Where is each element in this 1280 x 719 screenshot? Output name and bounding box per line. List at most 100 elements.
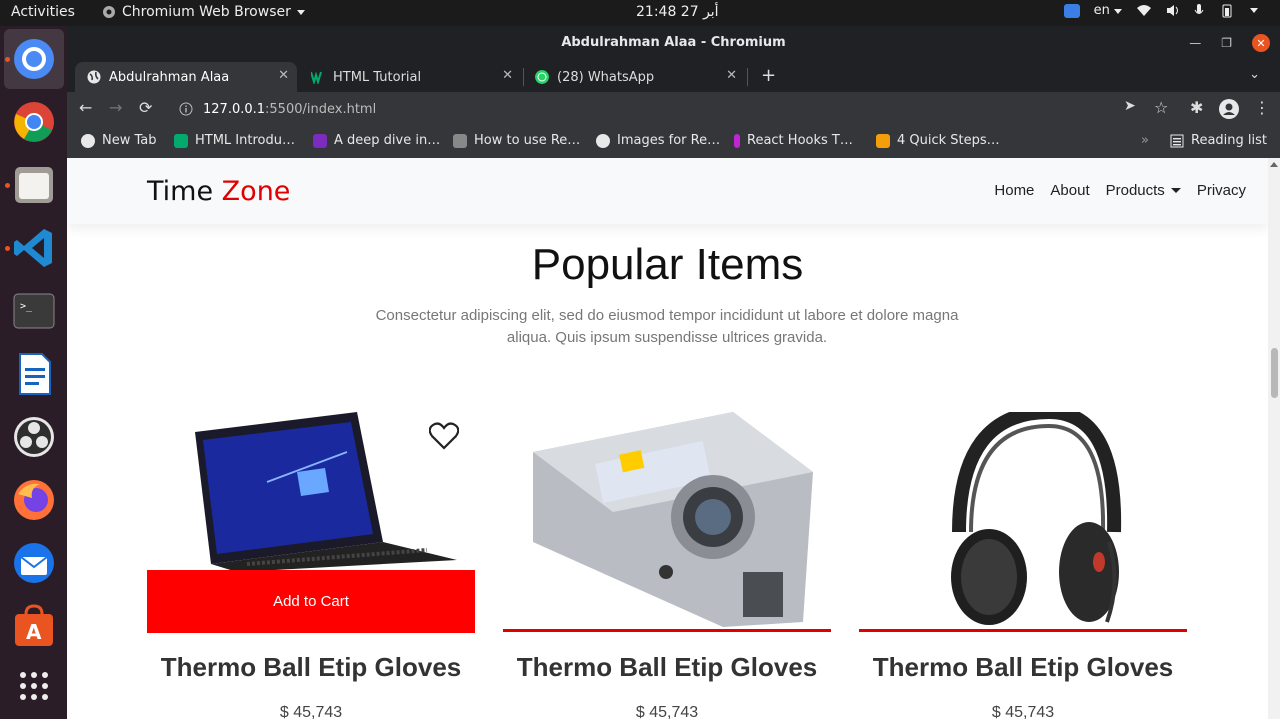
address-bar[interactable]: 127.0.0.1:5500/index.html (167, 95, 1187, 123)
product-image-camera[interactable] (503, 412, 831, 632)
globe-icon (87, 70, 101, 84)
clock[interactable]: 21:48 27 أبر (636, 4, 719, 20)
bookmarks-overflow-icon[interactable]: » (1141, 133, 1149, 148)
product-card[interactable]: Add to Cart Thermo Ball Etip Gloves $ 45… (147, 412, 475, 719)
keyboard-layout[interactable]: en (1094, 3, 1122, 18)
card-underline (859, 629, 1187, 632)
tab-close-icon[interactable]: ✕ (726, 68, 737, 83)
dock-show-apps[interactable] (4, 656, 64, 716)
minimize-button[interactable]: — (1189, 36, 1201, 50)
tab-html-tutorial[interactable]: HTML Tutorial ✕ (299, 62, 521, 92)
dock-chrome[interactable] (4, 92, 64, 152)
dock-files[interactable] (4, 155, 64, 215)
hashnode-icon (876, 133, 890, 148)
svg-text:>_: >_ (20, 301, 33, 312)
running-indicator (5, 183, 10, 188)
bookmark-label: A deep dive in… (334, 133, 441, 148)
bookmark-item[interactable]: React Hooks T… (734, 133, 853, 148)
bookmark-label: React Hooks T… (747, 133, 853, 148)
bookmark-item[interactable]: Images for Re… (596, 133, 720, 148)
section-subtext: Consectetur adipiscing elit, sed do eius… (375, 307, 959, 346)
send-icon[interactable]: ➤ (1124, 98, 1136, 114)
site-brand[interactable]: Time Zone (147, 176, 290, 207)
tab-abdulrahman[interactable]: Abdulrahman Alaa ✕ (75, 62, 297, 92)
nav-products-dropdown[interactable]: Products (1106, 182, 1181, 199)
dock-software[interactable]: A (4, 596, 64, 656)
battery-icon (1222, 4, 1232, 17)
camera-image (533, 412, 813, 627)
brand-second: Zone (221, 176, 291, 207)
product-card[interactable]: Thermo Ball Etip Gloves $ 45,743 (503, 412, 831, 719)
bookmark-item[interactable]: How to use Re… (453, 133, 580, 148)
page-scrollbar[interactable] (1268, 158, 1280, 719)
product-name[interactable]: Thermo Ball Etip Gloves (147, 652, 475, 683)
reading-list-button[interactable]: Reading list (1170, 133, 1267, 148)
window-title-bar[interactable]: Abdulrahman Alaa - Chromium — ❐ ✕ (67, 26, 1280, 60)
system-tray[interactable]: en (1063, 3, 1258, 18)
running-indicator (5, 57, 10, 62)
dock-terminal[interactable]: >_ (4, 281, 64, 341)
app-menu-label: Chromium Web Browser (122, 4, 291, 20)
bookmarks-bar: New Tab HTML Introdu… A deep dive in… Ho… (67, 126, 1280, 158)
scrollbar-thumb[interactable] (1271, 348, 1278, 398)
product-name[interactable]: Thermo Ball Etip Gloves (503, 652, 831, 683)
nav-home[interactable]: Home (994, 182, 1034, 199)
scroll-up-arrow-icon[interactable] (1270, 162, 1278, 167)
close-window-button[interactable]: ✕ (1252, 34, 1270, 52)
tab-label: HTML Tutorial (333, 69, 422, 85)
nav-privacy[interactable]: Privacy (1197, 182, 1246, 199)
nav-about[interactable]: About (1050, 182, 1089, 199)
dock-thunderbird[interactable] (4, 533, 64, 593)
back-button[interactable]: ← (79, 98, 92, 117)
dock-vscode[interactable] (4, 218, 64, 278)
tab-close-icon[interactable]: ✕ (502, 68, 513, 83)
tab-search-button[interactable]: ⌄ (1249, 67, 1260, 82)
extensions-icon[interactable]: ✱ (1190, 98, 1203, 117)
bookmark-item[interactable]: 4 Quick Steps… (876, 133, 1000, 148)
product-price: $ 45,743 (991, 704, 1055, 719)
activities-button[interactable]: Activities (11, 4, 75, 20)
koala-icon (453, 133, 467, 148)
bookmark-item[interactable]: New Tab (81, 133, 157, 148)
dock-chromium[interactable] (4, 29, 64, 89)
dock-writer[interactable] (4, 344, 64, 404)
tab-whatsapp[interactable]: (28) WhatsApp ✕ (523, 62, 745, 92)
bookmark-label: 4 Quick Steps… (897, 133, 1000, 148)
tab-label: Abdulrahman Alaa (109, 69, 230, 85)
product-price: $ 45,743 (635, 704, 699, 719)
info-icon (734, 133, 740, 148)
rocket-icon (313, 133, 327, 148)
terminal-icon: >_ (13, 293, 55, 329)
dock-firefox[interactable] (4, 470, 64, 530)
bookmark-label: HTML Introdu… (195, 133, 295, 148)
dock-obs[interactable] (4, 407, 64, 467)
product-image-laptop[interactable]: Add to Cart (147, 412, 475, 633)
more-menu-icon[interactable]: ⋮ (1254, 98, 1270, 117)
section-heading: Popular Items (531, 240, 804, 289)
show-apps-icon (20, 672, 48, 700)
bookmark-item[interactable]: HTML Introdu… (174, 133, 295, 148)
add-to-cart-button[interactable]: Add to Cart (147, 570, 475, 633)
maximize-button[interactable]: ❐ (1221, 36, 1232, 50)
globe-icon (596, 133, 610, 148)
tab-close-icon[interactable]: ✕ (278, 68, 289, 83)
chromium-icon (14, 39, 54, 79)
brand-first: Time (147, 176, 222, 207)
system-menu-chevron-icon (1250, 8, 1258, 13)
app-menu[interactable]: Chromium Web Browser (102, 4, 305, 20)
volume-icon (1167, 5, 1178, 16)
reload-button[interactable]: ⟳ (139, 98, 152, 117)
new-tab-button[interactable]: + (761, 65, 776, 86)
forward-button[interactable]: → (109, 98, 122, 117)
bookmark-item[interactable]: A deep dive in… (313, 133, 440, 148)
profile-avatar-icon[interactable] (1219, 99, 1239, 119)
heart-icon[interactable] (429, 422, 459, 450)
product-card[interactable]: Thermo Ball Etip Gloves $ 45,743 (859, 404, 1187, 719)
product-image-headphones[interactable] (859, 404, 1187, 632)
system-top-bar: Activities Chromium Web Browser 21:48 27… (0, 0, 1280, 26)
thunderbird-icon (14, 543, 54, 583)
files-icon (15, 167, 53, 203)
product-name[interactable]: Thermo Ball Etip Gloves (859, 652, 1187, 683)
bookmark-star-icon[interactable]: ☆ (1154, 98, 1168, 117)
microphone-icon (1194, 3, 1204, 14)
